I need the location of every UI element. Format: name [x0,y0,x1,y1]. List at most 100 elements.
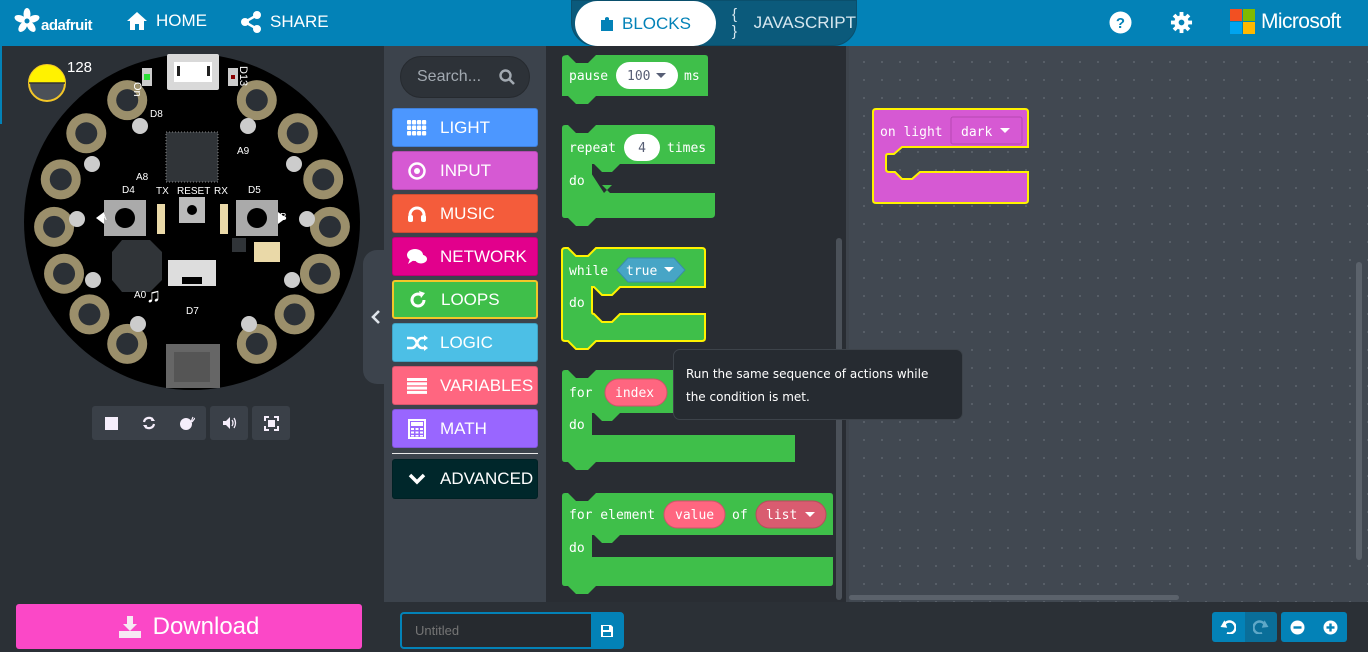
category-label: VARIABLES [440,375,534,395]
stop-button[interactable] [92,406,130,440]
svg-text:A8: A8 [136,172,149,183]
chevron-left-icon [371,310,380,324]
block-word: for [569,386,593,401]
svg-text:A9: A9 [237,146,250,157]
category-loops[interactable]: LOOPS [392,280,538,319]
category-input[interactable]: INPUT [392,151,538,190]
block-word: times [667,141,706,156]
download-label: Download [152,612,260,640]
condition-value: true [626,264,657,279]
svg-text:D13: D13 [237,66,249,86]
gear-icon [1170,11,1193,34]
block-word: for element [569,508,655,523]
home-label: HOME [156,11,207,30]
download-icon [118,615,141,638]
svg-text:RX: RX [214,186,228,197]
block-word: on light [880,125,943,140]
block-tooltip: Run the same sequence of actions while t… [673,349,963,420]
help-icon: ? [1109,11,1132,34]
repeat-count-value: 4 [638,141,646,156]
block-word: while [569,264,608,279]
grid-icon [406,119,426,135]
headphones-icon [407,206,426,222]
block-word: of [732,508,748,523]
adafruit-flower-icon [14,8,40,32]
help-button[interactable]: ? [1109,11,1132,39]
variable-name: value [675,508,714,523]
svg-text:A0: A0 [134,290,147,301]
zoom-in-icon [1323,620,1338,634]
top-bar: adafruit HOME SHARE BLOCKS { } JAVASCRIP… [0,0,1368,46]
block-word: do [569,174,585,189]
braces-icon: { } [732,6,738,40]
blocks-label: BLOCKS [622,13,691,33]
variable-name: index [615,386,654,401]
home-icon [127,12,147,30]
save-button[interactable] [591,614,622,647]
svg-text:D5: D5 [248,185,261,196]
category-label: ADVANCED [440,469,534,488]
category-light[interactable]: LIGHT [392,108,538,147]
svg-text:B: B [280,212,287,223]
circuit-playground-board[interactable]: On D13 D8 A8 A9 D4 D5 TX RESET RX A0 D7 A B ♫ [22,52,362,392]
puzzle-icon [601,16,613,31]
share-icon [241,11,261,33]
share-button[interactable]: SHARE [240,11,329,33]
adafruit-logo[interactable]: adafruit [14,8,93,34]
category-variables[interactable]: VARIABLES [392,366,538,405]
toolbox: Search... LIGHT INPUT MUSIC NETWORK LOOP… [384,46,546,602]
pause-duration-value: 100 [627,69,650,84]
stop-icon [104,416,118,430]
category-advanced[interactable]: ADVANCED [392,459,538,499]
shuffle-icon [406,334,428,351]
collapse-simulator-button[interactable] [363,250,389,384]
save-icon [600,624,613,637]
svg-text:A: A [100,212,107,223]
undo-icon [1220,620,1237,634]
redo-button[interactable] [1244,612,1277,642]
fullscreen-button[interactable] [252,406,290,440]
target-icon [407,161,426,180]
category-label: MUSIC [440,203,495,223]
slow-mo-button[interactable] [168,406,206,440]
category-logic[interactable]: LOGIC [392,323,538,362]
javascript-tab[interactable]: { } JAVASCRIPT [732,1,856,45]
chevron-down-icon [408,473,425,485]
refresh-icon [410,290,425,307]
music-note-icon: ♫ [146,285,161,307]
undo-button[interactable] [1212,612,1245,642]
svg-text:On: On [131,82,143,97]
settings-button[interactable] [1170,11,1193,39]
search-input[interactable]: Search... [417,68,481,86]
blocks-tab[interactable]: BLOCKS [575,1,716,46]
brand-name: adafruit [41,17,93,34]
category-network[interactable]: NETWORK [392,237,538,276]
workspace-horizontal-scrollbar[interactable] [849,595,1179,600]
category-music[interactable]: MUSIC [392,194,538,233]
zoom-in-button[interactable] [1314,612,1347,642]
block-word: repeat [569,141,616,156]
home-button[interactable]: HOME [126,11,207,31]
toolbox-divider [392,453,538,454]
list-icon [406,377,427,394]
zoom-out-icon [1290,620,1305,634]
restart-button[interactable] [130,406,168,440]
download-button[interactable]: Download [16,604,362,649]
project-name-input[interactable] [402,614,591,647]
search-box[interactable]: Search... [400,56,530,98]
category-label: INPUT [440,160,491,180]
block-word: do [569,418,585,433]
editor-mode-toggle: BLOCKS { } JAVASCRIPT [571,0,857,46]
mute-button[interactable] [210,406,248,440]
block-word: pause [569,69,608,84]
workspace-vertical-scrollbar[interactable] [1356,262,1362,560]
zoom-out-button[interactable] [1281,612,1314,642]
category-label: LOGIC [440,332,493,352]
block-word: do [569,296,585,311]
microsoft-logo[interactable]: Microsoft [1230,9,1341,34]
category-math[interactable]: MATH [392,409,538,448]
chat-icon [406,248,427,264]
microsoft-squares-icon [1230,9,1255,34]
search-icon[interactable] [499,69,515,85]
simulator-controls [92,406,290,440]
